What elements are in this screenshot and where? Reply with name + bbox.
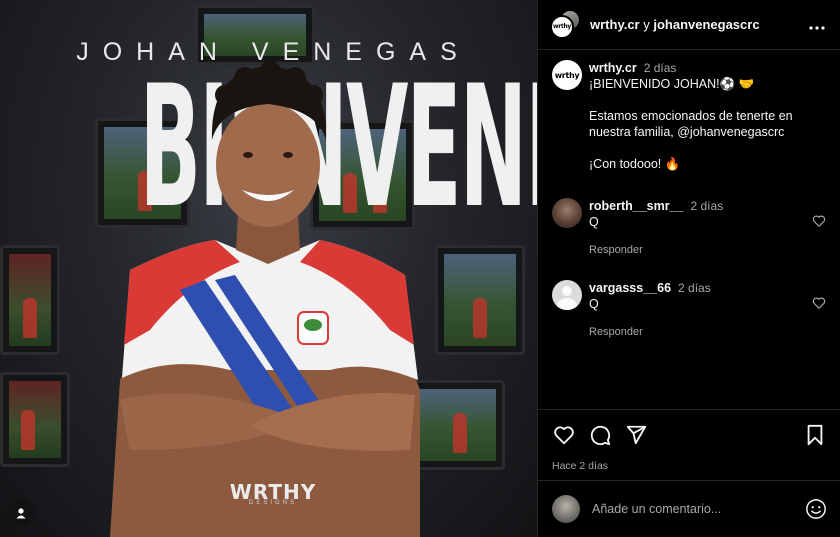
caption-line-3: ¡Con todooo! 🔥	[589, 157, 681, 171]
comment-username[interactable]: roberth__smr__	[589, 199, 684, 213]
comment-username[interactable]: vargasss__66	[589, 281, 671, 295]
tagged-users-button[interactable]	[8, 500, 34, 526]
comment-input[interactable]	[592, 502, 805, 516]
comment-item: vargasss__66 2 días Q Responder	[552, 280, 826, 340]
user-icon	[16, 508, 26, 519]
post-caption: wrthy wrthy.cr 2 días ¡BIENVENIDO JOHAN!⚽…	[552, 60, 826, 188]
caption-avatar[interactable]: wrthy	[552, 60, 582, 90]
designer-watermark-sub: DESIGNS	[248, 500, 297, 506]
comment-text: Q	[589, 297, 599, 311]
reply-button[interactable]: Responder	[589, 324, 826, 340]
bookmark-icon	[807, 424, 823, 446]
reply-button[interactable]: Responder	[589, 242, 826, 258]
post-authors: wrthy.cr y johanvenegascrc	[590, 17, 806, 32]
post-actions: Hace 2 días	[538, 409, 840, 472]
heart-icon[interactable]	[812, 214, 826, 228]
share-button[interactable]	[624, 423, 648, 447]
caption-time: 2 días	[643, 61, 677, 75]
comment-time: 2 días	[690, 199, 724, 213]
emoji-icon[interactable]	[805, 498, 827, 520]
comment-time: 2 días	[678, 281, 711, 295]
avatar[interactable]	[552, 198, 582, 228]
comment-item: roberth__smr__ 2 días Q Responder	[552, 198, 826, 258]
post-side-panel: wrthy wrthy.cr y johanvenegascrc wrthy w…	[537, 0, 840, 537]
caption-line-2: Estamos emocionados de tenerte en nuestr…	[589, 109, 793, 139]
comment-text: Q	[589, 215, 599, 229]
collab-avatars[interactable]: wrthy	[550, 8, 582, 41]
post-image[interactable]: JOHAN VENEGAS BIENVENIDO WRTHY	[0, 0, 537, 537]
heart-icon[interactable]	[812, 296, 826, 310]
comment-icon	[590, 425, 611, 446]
caption-line-1: ¡BIENVENIDO JOHAN!⚽️ 🤝	[589, 77, 755, 91]
save-button[interactable]	[803, 423, 827, 447]
like-button[interactable]	[552, 423, 576, 447]
send-icon	[626, 425, 647, 445]
comments-section: wrthy wrthy.cr 2 días ¡BIENVENIDO JOHAN!⚽…	[538, 50, 840, 410]
caption-body: wrthy.cr 2 días ¡BIENVENIDO JOHAN!⚽️ 🤝 Es…	[589, 60, 826, 188]
heart-icon	[554, 426, 574, 445]
comment-button[interactable]	[588, 423, 612, 447]
author-link-a[interactable]: wrthy.cr	[590, 17, 640, 32]
post-header: wrthy wrthy.cr y johanvenegascrc	[538, 0, 840, 50]
author-link-b[interactable]: johanvenegascrc	[653, 17, 759, 32]
author-separator: y	[639, 17, 654, 32]
more-options-button[interactable]	[806, 14, 828, 35]
avatar	[552, 495, 580, 523]
player-figure	[110, 61, 420, 537]
add-comment-bar	[538, 480, 840, 537]
more-icon	[809, 26, 825, 30]
wrthy-logo-avatar: wrthy	[550, 14, 574, 39]
post-timestamp[interactable]: Hace 2 días	[552, 460, 827, 472]
default-avatar[interactable]	[552, 280, 582, 310]
caption-username[interactable]: wrthy.cr	[589, 61, 637, 75]
